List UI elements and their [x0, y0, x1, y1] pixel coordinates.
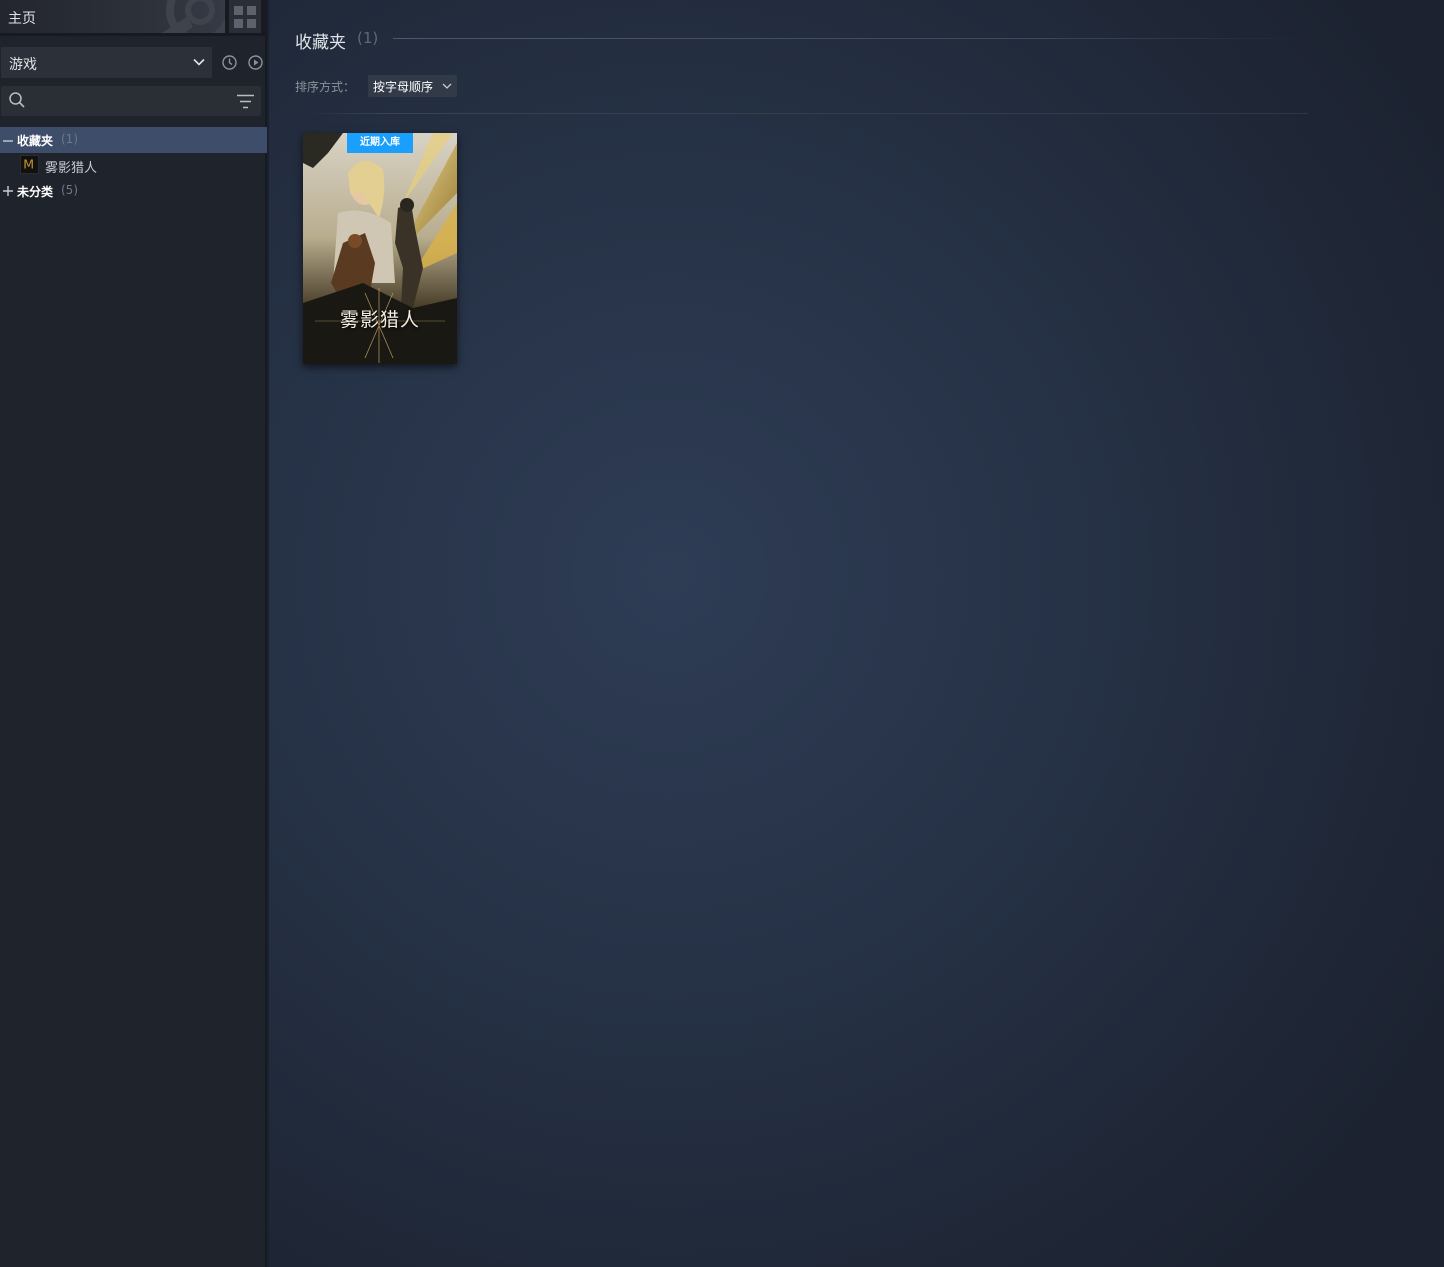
search-input[interactable]: [31, 86, 231, 116]
tree-label-uncategorized: 未分类: [17, 185, 54, 199]
steam-logo-icon: [162, 0, 225, 33]
home-label: 主页: [8, 11, 36, 27]
collection-dropdown[interactable]: 游戏: [1, 47, 212, 78]
shelf-title: 收藏夹: [295, 33, 346, 53]
game-card[interactable]: 雾影猎人 近期入库: [303, 133, 457, 364]
clock-icon[interactable]: [221, 54, 238, 71]
section-divider: [303, 113, 1308, 114]
main-content: 收藏夹 (1) 排序方式： 按字母顺序 雾影猎人 近期入库: [269, 0, 1444, 1267]
new-badge: 近期入库: [347, 133, 413, 153]
sort-dropdown[interactable]: 按字母顺序: [368, 75, 457, 97]
home-button[interactable]: 主页: [0, 0, 225, 33]
sort-dropdown-value: 按字母顺序: [373, 80, 434, 94]
title-divider: [393, 38, 1305, 39]
game-name: 雾影猎人: [45, 161, 98, 176]
tree-row-favorites[interactable]: 收藏夹 (1): [0, 127, 267, 153]
game-icon-letter: M: [23, 157, 34, 172]
grid-view-button[interactable]: [229, 0, 261, 33]
tree-item-game[interactable]: M 雾影猎人: [0, 152, 267, 178]
sort-label: 排序方式：: [295, 80, 356, 94]
chevron-down-icon: [193, 58, 205, 66]
home-row: 主页: [0, 0, 267, 36]
collapse-minus-icon[interactable]: [3, 136, 13, 146]
filter-icon[interactable]: [236, 93, 255, 110]
expand-plus-icon[interactable]: [3, 186, 13, 196]
chevron-down-icon: [442, 83, 452, 89]
sidebar: 主页 游戏 收藏夹 (1) M 雾影猎人 未分类 (5): [0, 0, 267, 1267]
search-icon: [9, 92, 25, 108]
game-icon: M: [20, 155, 39, 174]
collection-dropdown-value: 游戏: [9, 57, 37, 73]
search-box: [1, 86, 261, 116]
tree-count-uncategorized: (5): [61, 183, 78, 197]
tree-label-favorites: 收藏夹: [17, 134, 54, 148]
game-card-title: 雾影猎人: [339, 309, 420, 331]
shelf-count: (1): [357, 29, 379, 47]
tree-count-favorites: (1): [61, 132, 78, 146]
tree-row-uncategorized[interactable]: 未分类 (5): [0, 178, 267, 204]
play-icon[interactable]: [247, 54, 264, 71]
